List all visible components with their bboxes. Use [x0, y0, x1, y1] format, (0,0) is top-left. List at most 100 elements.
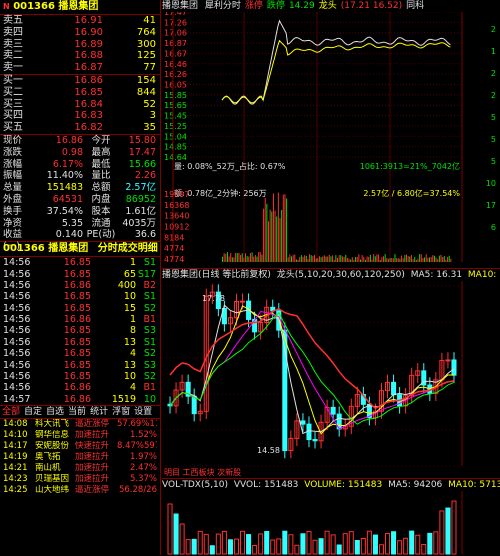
ask-row[interactable]: 卖一 16.87 77	[0, 62, 160, 74]
volume-bar	[280, 218, 281, 262]
volume-bar	[386, 534, 390, 554]
order-price: 16.88	[43, 50, 103, 62]
tab-2[interactable]: 自选	[44, 406, 66, 418]
tick-time: 14:56	[0, 325, 43, 336]
bid-row[interactable]: 买一 16.86 154	[0, 75, 160, 87]
volume-bar	[309, 254, 310, 262]
volume-bar	[283, 531, 287, 554]
news-name: 贝瑞基因	[35, 474, 75, 485]
volume-bar	[311, 255, 312, 262]
volume-bar	[431, 257, 432, 262]
tab-1[interactable]: 自定	[22, 406, 44, 418]
candle-body	[241, 301, 245, 302]
news-item[interactable]: 14:23 贝瑞基因 加速拉升 5.37%	[0, 474, 160, 485]
intraday-chart[interactable]: 播恩集团 犀利分时 涨停 跌停 14.29 龙头 (17.21 16.52) 同科 17.4…	[162, 0, 500, 268]
stat-value: 64531	[33, 194, 83, 206]
bid-row[interactable]: 买二 16.85 844	[0, 87, 160, 99]
volume-bar	[247, 535, 251, 554]
volume-bar	[265, 198, 266, 262]
tick-volume: 4	[91, 382, 136, 393]
tick-price: 16.85	[43, 348, 91, 359]
volume-label: VOL-TDX(5,10)	[162, 480, 228, 490]
tab-5[interactable]: 浮窗	[110, 406, 132, 418]
tab-3[interactable]: 当前	[66, 406, 88, 418]
order-label: 卖三	[0, 39, 43, 51]
volume-bar	[452, 501, 456, 554]
ask-row[interactable]: 卖三 16.89 300	[0, 39, 160, 51]
stats-row: 换手 37.54% 股本 1.61亿	[0, 206, 160, 218]
volume-bar	[368, 257, 369, 262]
kline-chart[interactable]: 播恩集团(日线 等比前复权) 龙头(5,10,20,30,60,120,250)…	[162, 268, 500, 479]
volume-bar	[281, 210, 282, 262]
order-price: 16.87	[43, 62, 103, 74]
ticks-code: 001366	[3, 243, 45, 254]
stat-label: 量比	[83, 170, 119, 182]
tick-side: S17	[136, 269, 156, 280]
volume-bar	[391, 258, 392, 262]
ticks-name: 播恩集团	[48, 243, 88, 254]
price-tick-label: 17.26	[164, 18, 187, 27]
news-item[interactable]: 14:10 钢华信息 加速拉升 1.52%	[0, 430, 160, 441]
ticks-title[interactable]: 分时成交明细	[98, 243, 158, 254]
news-name: 奥飞拓	[35, 452, 75, 463]
order-label: 卖四	[0, 27, 43, 39]
candle-body	[392, 382, 396, 394]
news-item[interactable]: 14:21 南山机 加速拉升 2.47%	[0, 463, 160, 474]
news-item[interactable]: 14:17 安妮股份快速拉升 8.47%597058	[0, 441, 160, 452]
tick-volume: 8	[91, 325, 136, 336]
tick-side: S3	[136, 325, 156, 336]
volume-chart[interactable]: VOL-TDX(5,10) VVOL: 151483 VOLUME: 15148…	[162, 478, 500, 556]
bid-row[interactable]: 买三 16.84 52	[0, 99, 160, 111]
news-name: 山大地纬	[35, 485, 75, 496]
ask-row[interactable]: 卖五 16.91 41	[0, 15, 160, 27]
volume-bar	[447, 257, 448, 262]
right-label: 2	[491, 91, 496, 100]
volume-bar	[275, 211, 276, 262]
volume-bar	[261, 255, 262, 262]
volume-bar	[271, 540, 275, 554]
news-time: 14:08	[0, 419, 35, 430]
volume-vvol: VVOL: 151483	[234, 480, 299, 490]
tick-volume: 13	[91, 337, 136, 348]
volume-ma10: MA10: 57138	[448, 480, 500, 490]
tick-volume: 15	[91, 303, 136, 314]
volume-bar	[293, 255, 294, 262]
right-label: 6	[491, 223, 496, 232]
news-value: 57.69%11373	[117, 419, 157, 430]
volume-bar	[340, 255, 341, 262]
high-label: 17.78	[202, 294, 225, 303]
volume-bar	[421, 254, 422, 262]
volume-bar	[432, 255, 433, 262]
order-volume: 154	[103, 75, 156, 87]
tick-row: 14:56 16.85 13 S3	[0, 360, 160, 371]
volume-bar	[299, 257, 300, 262]
stat-label: 现价	[0, 135, 33, 147]
ask-row[interactable]: 卖二 16.88 125	[0, 50, 160, 62]
price-tick-label: 16.46	[164, 60, 187, 69]
volume-bar	[250, 253, 251, 262]
kline-svg: 17.7814.58明目 工西板块 次新股	[162, 281, 500, 479]
ask-row[interactable]: 卖四 16.90 764	[0, 27, 160, 39]
news-item[interactable]: 14:25 山大地纬 逼近涨停 56.28/26	[0, 485, 160, 496]
kline-ma5: MA5: 16.31	[411, 270, 462, 280]
tick-row: 14:56 16.85 4 S2	[0, 348, 160, 359]
stat-value: 4035万	[119, 218, 156, 230]
stat-value: 2.57亿	[119, 182, 156, 194]
volume-bar	[441, 255, 442, 262]
bid-row[interactable]: 买四 16.83 3	[0, 110, 160, 122]
volume-bar	[363, 257, 364, 262]
volume-bar	[248, 257, 249, 262]
tab-6[interactable]: 设置	[132, 406, 154, 418]
stat-label: 内盘	[83, 194, 119, 206]
volume-bar	[416, 535, 420, 554]
volume-bar	[344, 257, 345, 262]
order-label: 卖一	[0, 62, 43, 74]
bid-row[interactable]: 买五 16.82 35	[0, 122, 160, 134]
tab-0[interactable]: 全部	[0, 406, 22, 418]
news-item[interactable]: 14:08 科大讯飞逼近涨停 57.69%11373	[0, 419, 160, 430]
volume-bar	[342, 256, 343, 262]
news-item[interactable]: 14:19 奥飞拓 加速拉升 1.97%	[0, 452, 160, 463]
volume-bar	[365, 260, 366, 262]
order-price: 16.84	[43, 99, 103, 111]
tab-4[interactable]: 统计	[88, 406, 110, 418]
